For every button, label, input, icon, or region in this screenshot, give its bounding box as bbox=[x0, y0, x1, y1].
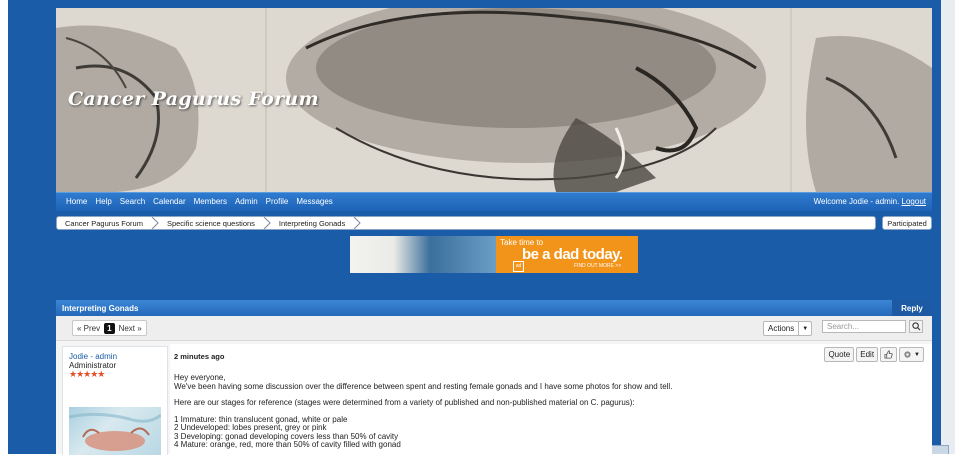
forum-banner: Cancer Pagurus Forum bbox=[56, 8, 932, 192]
thread-header: Interpreting Gonads Reply bbox=[56, 300, 932, 316]
search-icon bbox=[911, 322, 920, 331]
ad-cta: FIND OUT MORE >> bbox=[574, 263, 622, 269]
post: 2 minutes ago Quote Edit ▼ Hey everyone,… bbox=[170, 344, 932, 454]
chevron-right-icon bbox=[263, 217, 271, 229]
pagination: « Prev 1 Next » bbox=[72, 320, 147, 336]
welcome-text: Welcome Jodie - admin. bbox=[813, 197, 900, 206]
edit-button[interactable]: Edit bbox=[856, 347, 879, 362]
post-line: Here are our stages for reference (stage… bbox=[174, 398, 635, 407]
chevron-right-icon bbox=[353, 217, 361, 229]
rank-stars: ★★★★★ bbox=[69, 369, 105, 379]
actions-label[interactable]: Actions bbox=[764, 322, 800, 335]
stage-line: 4 Mature: orange, red, more than 50% of … bbox=[174, 440, 401, 449]
post-options-dropdown[interactable]: ▼ bbox=[899, 347, 924, 362]
ad-photo bbox=[350, 236, 496, 273]
gear-icon bbox=[904, 351, 911, 358]
author-name-link[interactable]: Jodie - admin bbox=[69, 352, 117, 361]
advertisement-banner[interactable]: Take time to be a dad today. ad FIND OUT… bbox=[350, 236, 638, 273]
ad-logo-icon: ad bbox=[513, 261, 524, 272]
window-scrollbar-area bbox=[941, 0, 955, 454]
post-line: We've been having some discussion over t… bbox=[174, 381, 673, 391]
pager-toolbar: « Prev 1 Next » Actions ▼ bbox=[56, 316, 932, 341]
ad-headline: be a dad today. bbox=[522, 246, 623, 263]
nav-profile[interactable]: Profile bbox=[266, 197, 289, 206]
nav-home[interactable]: Home bbox=[66, 197, 87, 206]
thumbs-up-icon bbox=[884, 350, 893, 359]
search-button[interactable] bbox=[909, 320, 923, 333]
nav-help[interactable]: Help bbox=[95, 197, 111, 206]
nav-search[interactable]: Search bbox=[120, 197, 145, 206]
forum-title: Cancer Pagurus Forum bbox=[68, 88, 319, 110]
breadcrumb-item-category[interactable]: Specific science questions bbox=[159, 217, 263, 229]
reply-button[interactable]: Reply bbox=[892, 300, 932, 316]
welcome-message: Welcome Jodie - admin. Logout bbox=[814, 197, 926, 206]
actions-dropdown[interactable]: Actions ▼ bbox=[763, 321, 813, 336]
post-body: Hey everyone, We've been having some dis… bbox=[174, 373, 914, 450]
thread-title: Interpreting Gonads bbox=[62, 304, 139, 313]
prev-page-button[interactable]: « Prev bbox=[73, 324, 104, 333]
post-tools: Quote Edit ▼ bbox=[824, 347, 924, 362]
next-page-button[interactable]: Next » bbox=[115, 324, 146, 333]
current-page[interactable]: 1 bbox=[104, 322, 115, 334]
breadcrumb-item-forum[interactable]: Cancer Pagurus Forum bbox=[57, 217, 151, 229]
nav-calendar[interactable]: Calendar bbox=[153, 197, 185, 206]
caret-down-icon[interactable]: ▼ bbox=[799, 322, 811, 335]
nav-messages[interactable]: Messages bbox=[296, 197, 332, 206]
avatar[interactable] bbox=[69, 407, 161, 455]
main-navbar: Home Help Search Calendar Members Admin … bbox=[56, 192, 932, 211]
caret-down-icon: ▼ bbox=[914, 351, 920, 358]
nav-links: Home Help Search Calendar Members Admin … bbox=[66, 197, 341, 206]
search-input[interactable] bbox=[822, 320, 906, 333]
breadcrumb-item-thread[interactable]: Interpreting Gonads bbox=[271, 217, 353, 229]
quote-button[interactable]: Quote bbox=[824, 347, 855, 362]
participated-button[interactable]: Participated bbox=[882, 216, 932, 230]
logout-link[interactable]: Logout bbox=[902, 197, 926, 206]
like-button[interactable] bbox=[880, 347, 898, 362]
crab-avatar-image bbox=[69, 412, 161, 451]
post-timestamp: 2 minutes ago bbox=[174, 352, 225, 361]
nav-admin[interactable]: Admin bbox=[235, 197, 258, 206]
thread-content: « Prev 1 Next » Actions ▼ Jodie - admin … bbox=[56, 316, 932, 455]
chevron-right-icon bbox=[151, 217, 159, 229]
breadcrumb: Cancer Pagurus Forum Specific science qu… bbox=[56, 216, 876, 230]
nav-members[interactable]: Members bbox=[194, 197, 227, 206]
post-author-card: Jodie - admin Administrator ★★★★★ bbox=[62, 346, 168, 455]
